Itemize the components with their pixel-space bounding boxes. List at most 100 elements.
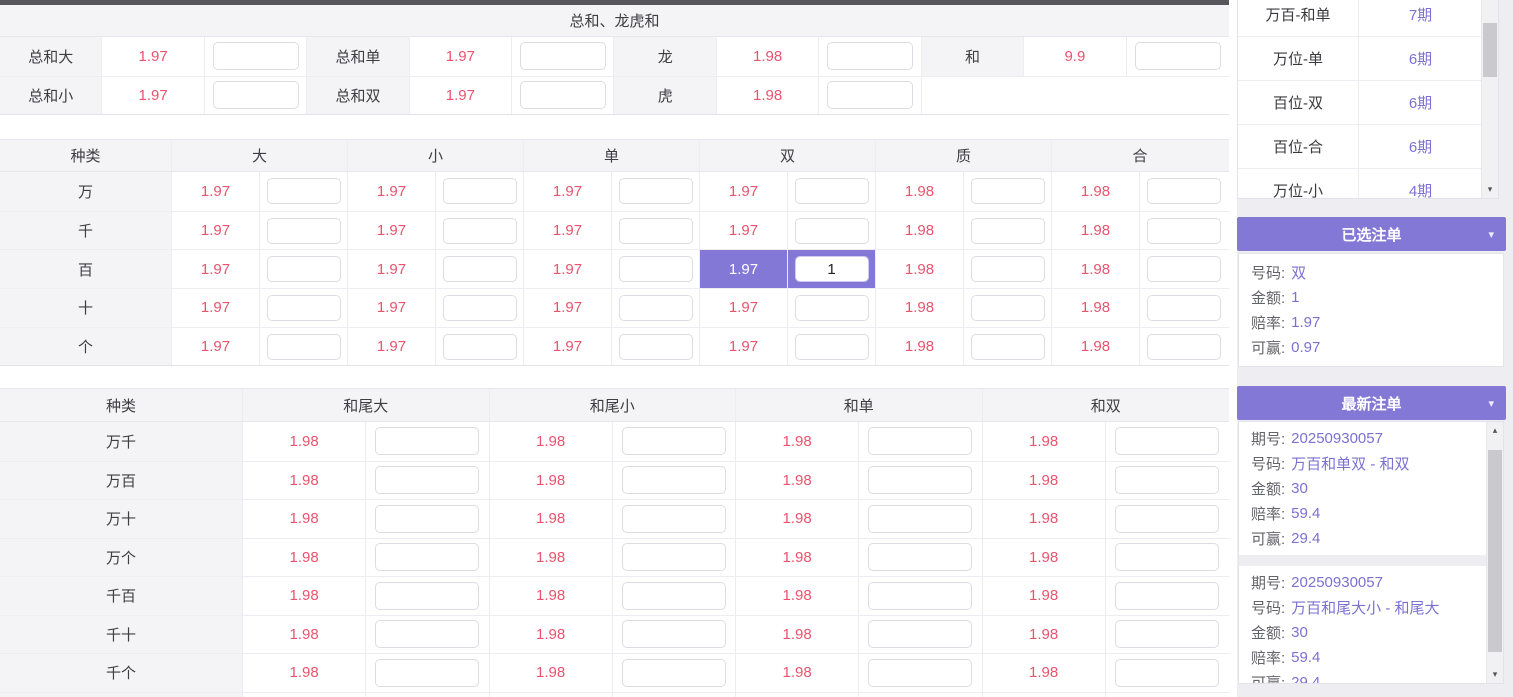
bet-amount-input[interactable]: [619, 295, 693, 321]
odds-cell[interactable]: 1.97: [348, 250, 436, 288]
bet-amount-input[interactable]: [622, 582, 726, 610]
odds-cell[interactable]: 1.98: [490, 539, 613, 577]
bet-amount-input[interactable]: [619, 256, 693, 282]
scroll-up-button[interactable]: ▴: [1487, 422, 1503, 439]
odds-cell[interactable]: 1.97: [700, 172, 788, 211]
odds-cell[interactable]: 1.98: [490, 616, 613, 654]
scroll-down-button[interactable]: ▾: [1482, 181, 1498, 198]
bet-amount-input[interactable]: [267, 178, 341, 204]
odds-cell[interactable]: 1.98: [983, 577, 1106, 615]
scrollbar-thumb[interactable]: [1488, 450, 1502, 652]
bet-amount-input[interactable]: [1115, 582, 1219, 610]
bet-amount-input[interactable]: [619, 218, 693, 244]
odds-cell[interactable]: 1.98: [736, 500, 859, 538]
latest-bets-scrollbar[interactable]: ▴ ▾: [1486, 422, 1503, 683]
odds-cell[interactable]: 1.98: [1052, 172, 1140, 211]
odds-cell[interactable]: 1.98: [736, 539, 859, 577]
odds-cell[interactable]: 1.97: [348, 212, 436, 250]
scrollbar-thumb[interactable]: [1483, 23, 1497, 77]
odds-cell[interactable]: 1.98: [736, 654, 859, 692]
bet-amount-input[interactable]: [1115, 659, 1219, 687]
trend-item[interactable]: 百位-合6期: [1238, 125, 1498, 169]
odds-cell[interactable]: 1.98: [717, 77, 819, 115]
bet-amount-input[interactable]: [213, 42, 299, 70]
trend-item[interactable]: 百位-双6期: [1238, 81, 1498, 125]
odds-cell[interactable]: 1.97: [524, 250, 612, 288]
trend-item[interactable]: 万百-和单7期: [1238, 0, 1498, 37]
bet-amount-input[interactable]: [868, 659, 972, 687]
bet-amount-input[interactable]: [443, 218, 517, 244]
odds-cell[interactable]: 1.98: [490, 462, 613, 500]
odds-cell[interactable]: 1.98: [717, 37, 819, 76]
odds-cell[interactable]: 1.98: [1052, 212, 1140, 250]
bet-amount-input[interactable]: [622, 543, 726, 571]
odds-cell[interactable]: 1.97: [410, 77, 512, 115]
odds-cell[interactable]: 1.98: [736, 422, 859, 461]
odds-cell[interactable]: 1.98: [983, 500, 1106, 538]
odds-cell[interactable]: [490, 693, 613, 697]
odds-cell[interactable]: 1.97: [524, 212, 612, 250]
bet-amount-input[interactable]: [1115, 620, 1219, 648]
odds-cell[interactable]: 1.97: [348, 328, 436, 366]
bet-amount-input[interactable]: [868, 620, 972, 648]
odds-cell[interactable]: 1.98: [490, 500, 613, 538]
odds-cell[interactable]: 1.98: [983, 422, 1106, 461]
bet-amount-input[interactable]: [868, 466, 972, 494]
odds-cell[interactable]: 1.98: [876, 212, 964, 250]
odds-cell[interactable]: 1.97: [700, 289, 788, 327]
bet-amount-input[interactable]: [213, 81, 299, 109]
bet-amount-input[interactable]: [375, 505, 479, 533]
bet-amount-input[interactable]: [795, 295, 869, 321]
odds-cell[interactable]: 1.98: [983, 616, 1106, 654]
bet-amount-input[interactable]: [375, 427, 479, 455]
odds-cell[interactable]: 1.97: [410, 37, 512, 76]
trend-item[interactable]: 万位-小4期: [1238, 169, 1498, 199]
bet-amount-input[interactable]: [622, 505, 726, 533]
odds-cell[interactable]: 1.98: [1052, 289, 1140, 327]
odds-cell[interactable]: 1.98: [243, 539, 366, 577]
bet-amount-input[interactable]: [622, 466, 726, 494]
odds-cell[interactable]: 1.98: [983, 654, 1106, 692]
odds-cell[interactable]: 1.98: [243, 654, 366, 692]
bet-amount-input[interactable]: [443, 334, 517, 360]
latest-bets-header[interactable]: 最新注单 ▾: [1237, 386, 1506, 420]
odds-cell[interactable]: 1.97: [524, 172, 612, 211]
bet-amount-input[interactable]: [827, 81, 913, 109]
odds-cell[interactable]: 1.97: [524, 289, 612, 327]
bet-amount-input[interactable]: [267, 295, 341, 321]
odds-cell[interactable]: 1.98: [243, 616, 366, 654]
bet-amount-input[interactable]: [267, 334, 341, 360]
bet-amount-input[interactable]: [520, 42, 606, 70]
odds-cell[interactable]: 1.97: [700, 212, 788, 250]
bet-amount-input[interactable]: [622, 427, 726, 455]
bet-amount-input[interactable]: [622, 620, 726, 648]
bet-amount-input[interactable]: [622, 659, 726, 687]
odds-cell[interactable]: 1.97: [700, 250, 788, 288]
bet-amount-input[interactable]: [971, 295, 1045, 321]
bet-amount-input[interactable]: [375, 620, 479, 648]
bet-amount-input[interactable]: [971, 218, 1045, 244]
odds-cell[interactable]: 1.98: [736, 462, 859, 500]
odds-cell[interactable]: 1.98: [983, 539, 1106, 577]
bet-amount-input[interactable]: [1147, 334, 1221, 360]
bet-amount-input[interactable]: [868, 505, 972, 533]
odds-cell[interactable]: 1.98: [490, 577, 613, 615]
selected-bets-header[interactable]: 已选注单 ▾: [1237, 217, 1506, 251]
odds-cell[interactable]: 1.98: [876, 172, 964, 211]
odds-cell[interactable]: 1.98: [1052, 250, 1140, 288]
bet-amount-input[interactable]: [267, 256, 341, 282]
bet-amount-input[interactable]: [619, 334, 693, 360]
odds-cell[interactable]: 1.97: [700, 328, 788, 366]
odds-cell[interactable]: 1.98: [876, 250, 964, 288]
bet-amount-input[interactable]: [868, 582, 972, 610]
bet-amount-input[interactable]: [1115, 505, 1219, 533]
odds-cell[interactable]: [983, 693, 1106, 697]
bet-amount-input[interactable]: [375, 582, 479, 610]
odds-cell[interactable]: 1.98: [243, 462, 366, 500]
odds-cell[interactable]: 1.98: [490, 654, 613, 692]
odds-cell[interactable]: 1.97: [348, 289, 436, 327]
bet-amount-input[interactable]: [1147, 256, 1221, 282]
scroll-down-button[interactable]: ▾: [1487, 666, 1503, 683]
bet-amount-input[interactable]: [1135, 42, 1221, 70]
bet-amount-input[interactable]: [1147, 178, 1221, 204]
